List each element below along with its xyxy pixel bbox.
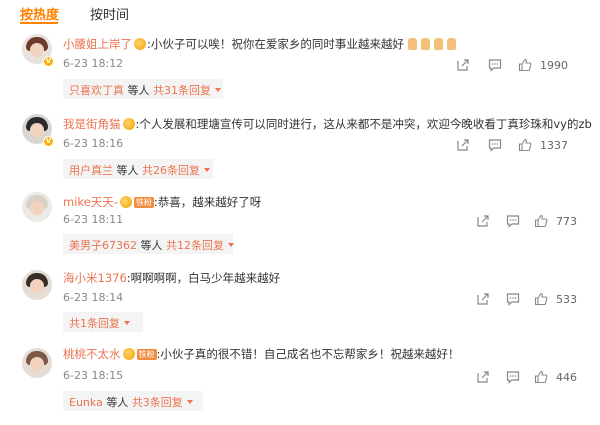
comment-text: 小伙子真的很不错！自己成名也不忘帮家乡！祝越来越好！ (160, 347, 460, 361)
reply-connector: 等人 (127, 84, 150, 97)
comment-time: 6-23 18:16 (63, 137, 124, 150)
reply-connector: 等人 (116, 164, 139, 177)
medal-icon (134, 38, 146, 50)
medal-icon (119, 196, 132, 208)
like-icon[interactable] (518, 138, 532, 152)
like-count: 1990 (540, 59, 568, 72)
comment-item: 海小米1376:啊啊啊啊，白马少年越来越好 6-23 18:14 533 共1条… (0, 268, 600, 333)
like-count: 773 (556, 215, 577, 228)
like-icon[interactable] (518, 58, 532, 72)
like-icon[interactable] (534, 292, 548, 306)
active-tab-indicator (20, 22, 58, 24)
reply-count[interactable]: 共12条回复 (166, 239, 224, 252)
reply-connector: 等人 (140, 239, 163, 252)
like-count: 533 (556, 293, 577, 306)
vip-badge-icon: V (43, 56, 54, 67)
thumbs-up-emoji (446, 38, 456, 50)
comment-icon[interactable] (488, 58, 502, 72)
comment-text: 个人发展和理塘宣传可以同时进行，这从来都不是冲突，欢迎今晚收看丁真珍珠和vy的z… (139, 117, 592, 131)
avatar[interactable] (22, 270, 52, 300)
comment-item: mike天天- 铁粉:恭喜，越来越好了呀 6-23 18:11 773 美男子67… (0, 190, 600, 260)
medal-icon (122, 118, 135, 130)
medal-icon (122, 348, 135, 360)
reply-username[interactable]: 用户真兰 (69, 164, 113, 177)
chevron-down-icon (228, 243, 234, 247)
chevron-down-icon (124, 321, 130, 325)
comment-text: 小伙子可以唉！祝你在爱家乡的同时事业越来越好 (150, 37, 404, 51)
chevron-down-icon (186, 400, 193, 404)
sort-tabs: 按热度 按时间 (0, 0, 600, 26)
reply-count[interactable]: 共3条回复 (132, 396, 183, 409)
username[interactable]: 我是街角猫 (63, 117, 121, 131)
share-icon[interactable] (456, 138, 470, 152)
comment-item: V 小腰姐上岸了:小伙子可以唉！祝你在爱家乡的同时事业越来越好 6-23 18:… (0, 32, 600, 102)
like-icon[interactable] (534, 370, 548, 384)
like-count: 446 (556, 371, 577, 384)
chevron-down-icon (204, 168, 210, 172)
reply-username[interactable]: 只喜欢丁真 (69, 84, 124, 97)
comment-icon[interactable] (488, 138, 502, 152)
reply-username[interactable]: 美男子67362 (69, 239, 137, 252)
reply-count[interactable]: 共26条回复 (142, 164, 200, 177)
comment-icon[interactable] (506, 370, 520, 384)
avatar[interactable] (22, 348, 52, 378)
comment-icon[interactable] (506, 214, 520, 228)
comment-time: 6-23 18:11 (63, 213, 124, 226)
like-icon[interactable] (534, 214, 548, 228)
comment-time: 6-23 18:14 (63, 291, 124, 304)
share-icon[interactable] (456, 58, 470, 72)
username[interactable]: 桃桃不太水 (63, 347, 121, 361)
tab-by-hot[interactable]: 按热度 (20, 4, 59, 23)
share-icon[interactable] (476, 370, 490, 384)
comment-item: 桃桃不太水 铁粉:小伙子真的很不错！自己成名也不忘帮家乡！祝越来越好！ 6-23 … (0, 342, 600, 422)
reply-username[interactable]: Eunka (69, 396, 103, 409)
comment-time: 6-23 18:12 (63, 57, 124, 70)
comment-text: 恭喜，越来越好了呀 (157, 195, 262, 209)
chevron-down-icon (215, 88, 221, 92)
reply-count[interactable]: 共1条回复 (69, 317, 120, 330)
reply-summary[interactable]: 只喜欢丁真 等人 共31条回复 (69, 82, 221, 98)
comment-text: 啊啊啊啊，白马少年越来越好 (130, 271, 281, 285)
avatar[interactable] (22, 192, 52, 222)
reply-summary[interactable]: 用户真兰 等人 共26条回复 (69, 162, 210, 178)
comment-time: 6-23 18:15 (63, 369, 124, 382)
thumbs-up-emoji (407, 38, 417, 50)
comment-icon[interactable] (506, 292, 520, 306)
comment-item: V 我是街角猫:个人发展和理塘宣传可以同时进行，这从来都不是冲突，欢迎今晚收看丁… (0, 112, 600, 182)
username[interactable]: mike天天- (63, 195, 118, 209)
share-icon[interactable] (476, 214, 490, 228)
thumbs-up-emoji (433, 38, 443, 50)
like-count: 1337 (540, 139, 568, 152)
reply-summary[interactable]: 美男子67362 等人 共12条回复 (69, 237, 234, 253)
thumbs-up-emoji (420, 38, 430, 50)
reply-count[interactable]: 共31条回复 (153, 84, 211, 97)
vip-badge-icon: V (43, 136, 54, 147)
username[interactable]: 海小米1376 (63, 271, 127, 285)
fan-badge: 铁粉 (133, 197, 154, 208)
reply-connector: 等人 (106, 396, 129, 409)
fan-badge: 铁粉 (136, 349, 157, 360)
share-icon[interactable] (476, 292, 490, 306)
tab-by-time[interactable]: 按时间 (90, 4, 129, 23)
reply-summary[interactable]: 共1条回复 (69, 315, 130, 331)
username[interactable]: 小腰姐上岸了 (63, 37, 132, 51)
reply-summary[interactable]: Eunka 等人 共3条回复 (69, 394, 193, 410)
